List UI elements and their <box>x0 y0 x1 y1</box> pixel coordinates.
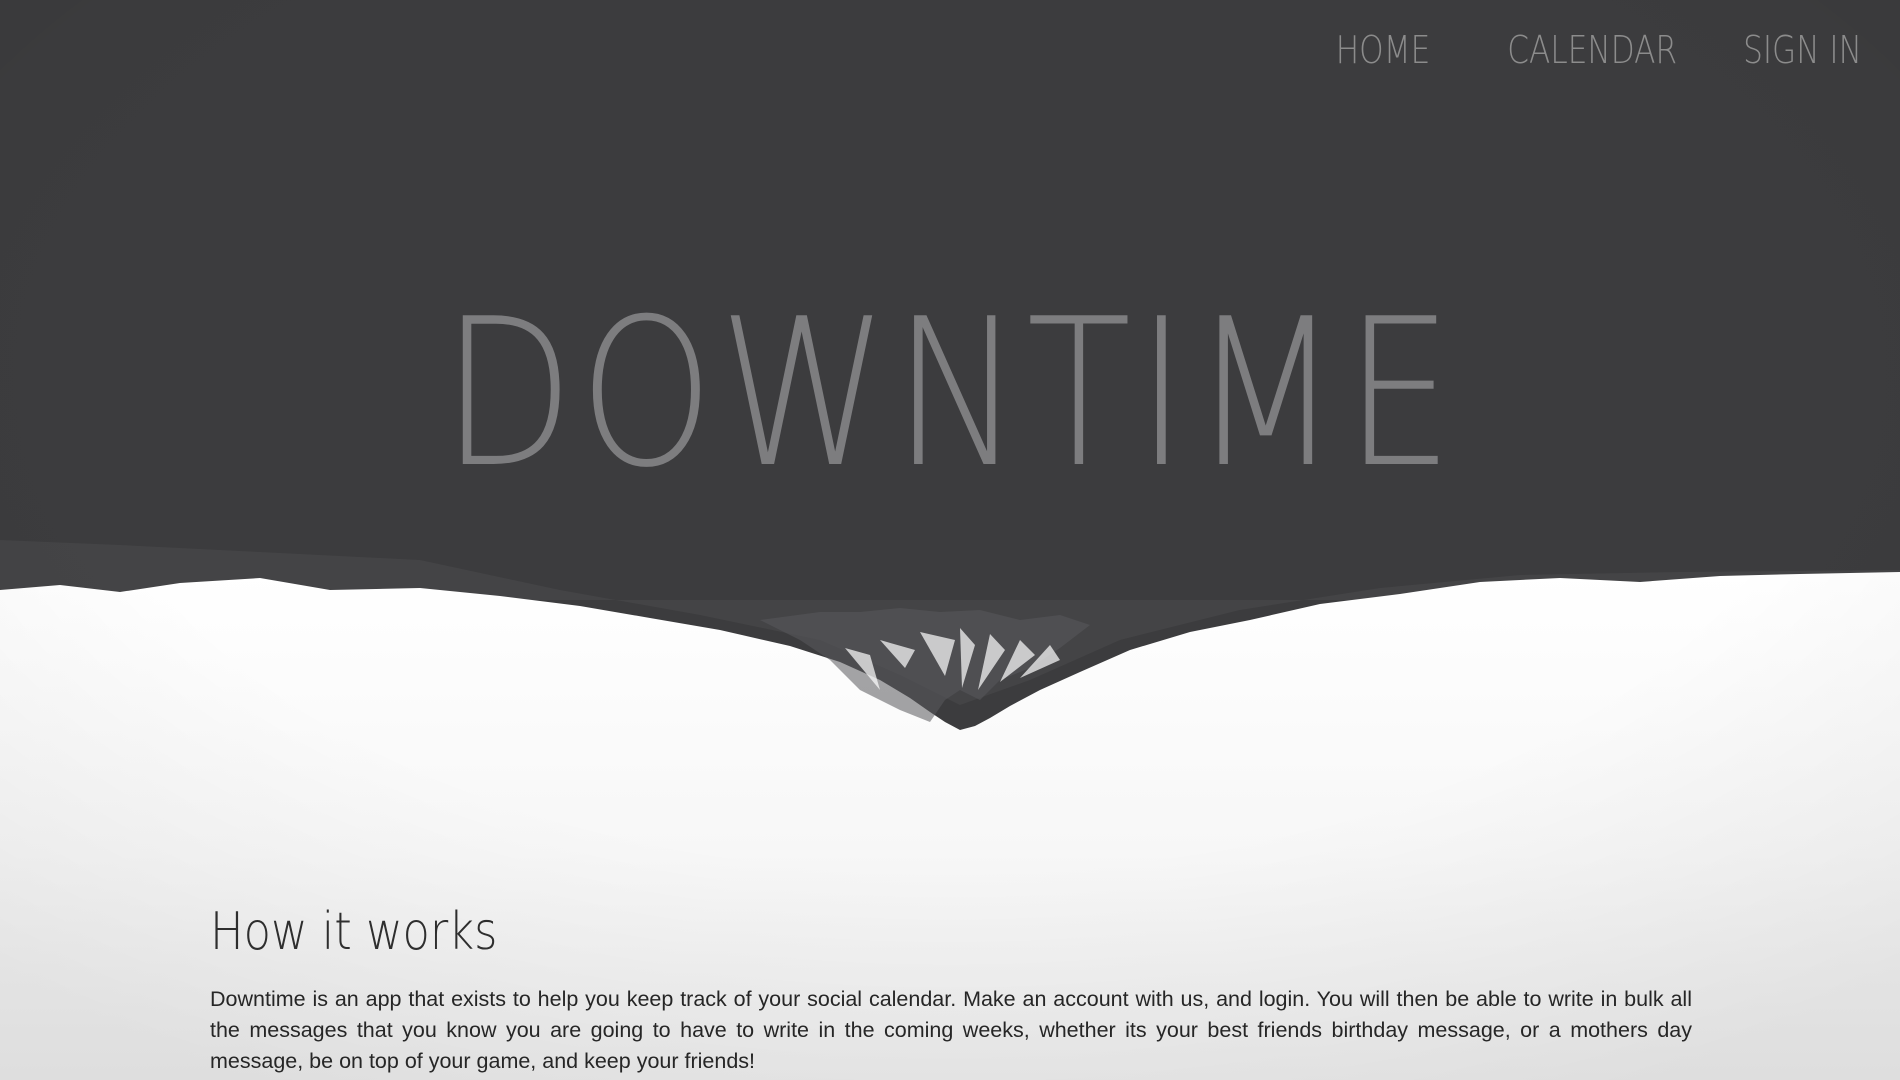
top-navigation: HOME CALENDAR SIGN IN <box>1315 28 1862 72</box>
section-heading: How it works <box>210 902 498 962</box>
hero-brand-title: DOWNTIME <box>441 276 1459 513</box>
nav-link-calendar[interactable]: CALENDAR <box>1507 28 1677 72</box>
how-it-works-section: How it works Downtime is an app that exi… <box>210 900 1692 1077</box>
nav-link-sign-in[interactable]: SIGN IN <box>1743 28 1862 72</box>
section-body-text: Downtime is an app that exists to help y… <box>210 987 1692 1073</box>
landing-page: HOME CALENDAR SIGN IN DOWNTIME How it wo… <box>0 0 1900 1080</box>
nav-link-home[interactable]: HOME <box>1335 28 1430 72</box>
